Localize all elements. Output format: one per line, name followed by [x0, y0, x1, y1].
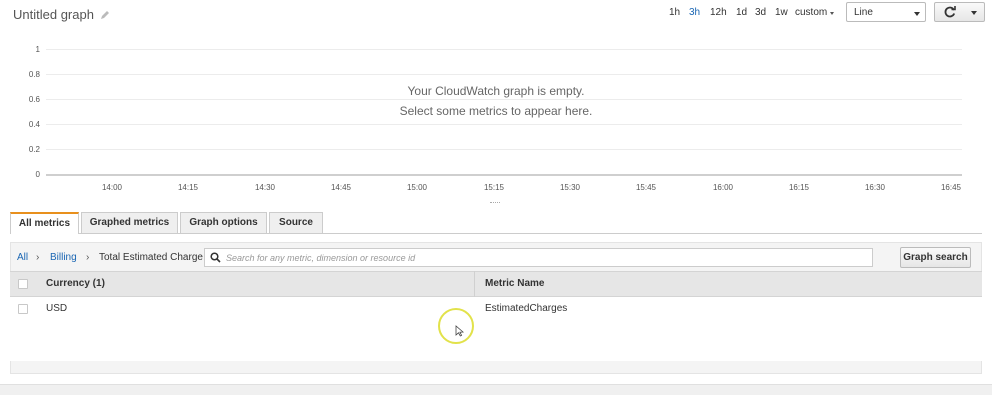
table-cell-currency: USD: [46, 303, 68, 314]
y-tick: 0.2: [28, 145, 40, 154]
x-tick: 14:15: [177, 183, 199, 192]
column-divider[interactable]: [474, 271, 475, 297]
custom-caret-icon[interactable]: [830, 12, 834, 15]
breadcrumb-total-estimated-charge: Total Estimated Charge: [99, 252, 203, 263]
tab-bar-divider: [10, 233, 982, 234]
empty-graph-message: Your CloudWatch graph is empty.: [407, 84, 585, 98]
bottom-bar: [0, 384, 992, 395]
x-tick: 16:15: [788, 183, 810, 192]
x-tick: 16:30: [864, 183, 886, 192]
x-tick: 16:45: [940, 183, 962, 192]
y-tick: 1: [35, 45, 40, 54]
refresh-button[interactable]: [934, 2, 985, 22]
column-header-currency[interactable]: Currency (1): [46, 278, 105, 289]
range-custom[interactable]: custom: [795, 7, 827, 18]
x-tick: 14:45: [330, 183, 352, 192]
graph-title[interactable]: Untitled graph: [13, 7, 94, 22]
graph-search-button[interactable]: Graph search: [900, 247, 971, 268]
x-tick: 15:15: [483, 183, 505, 192]
refresh-options-caret-icon[interactable]: [971, 11, 977, 15]
range-1w[interactable]: 1w: [775, 7, 788, 18]
grid-line: [46, 49, 962, 50]
metric-search-input[interactable]: [226, 250, 866, 265]
chevron-down-icon: [914, 12, 920, 16]
range-3h[interactable]: 3h: [689, 7, 700, 18]
search-icon: [210, 252, 221, 263]
edit-pencil-icon[interactable]: [100, 10, 110, 20]
x-tick: 15:45: [635, 183, 657, 192]
breadcrumb-billing[interactable]: Billing: [50, 252, 77, 263]
table-cell-metric-name[interactable]: EstimatedCharges: [485, 303, 567, 314]
breadcrumb-separator-icon: ›: [36, 252, 40, 263]
metric-search-box[interactable]: [204, 248, 873, 267]
row-checkbox[interactable]: [18, 304, 28, 314]
range-12h[interactable]: 12h: [710, 7, 727, 18]
grid-line: [46, 124, 962, 125]
x-axis-line: [46, 174, 962, 176]
breadcrumb-all[interactable]: All: [17, 252, 28, 263]
column-header-metric-name[interactable]: Metric Name: [485, 278, 544, 289]
grid-line: [46, 99, 962, 100]
breadcrumb-separator-icon: ›: [86, 252, 90, 263]
tab-source[interactable]: Source: [269, 212, 323, 233]
graph-resize-handle[interactable]: [490, 202, 500, 205]
select-all-checkbox[interactable]: [18, 279, 28, 289]
graph-type-select[interactable]: Line: [846, 2, 926, 22]
empty-graph-hint: Select some metrics to appear here.: [399, 104, 593, 118]
x-tick: 15:00: [406, 183, 428, 192]
y-tick: 0.8: [28, 70, 40, 79]
grid-line: [46, 149, 962, 150]
x-tick: 14:00: [101, 183, 123, 192]
tab-all-metrics[interactable]: All metrics: [10, 212, 79, 234]
range-3d[interactable]: 3d: [755, 7, 766, 18]
x-tick: 15:30: [559, 183, 581, 192]
y-tick: 0.4: [28, 120, 40, 129]
refresh-icon: [944, 6, 956, 18]
y-tick: 0.6: [28, 95, 40, 104]
tab-graphed-metrics[interactable]: Graphed metrics: [81, 212, 178, 233]
y-tick: 0: [35, 170, 40, 179]
tab-graph-options[interactable]: Graph options: [180, 212, 267, 233]
graph-type-value: Line: [854, 7, 873, 18]
range-1d[interactable]: 1d: [736, 7, 747, 18]
range-1h[interactable]: 1h: [669, 7, 680, 18]
x-tick: 16:00: [712, 183, 734, 192]
mouse-cursor-icon: [455, 325, 465, 337]
grid-line: [46, 74, 962, 75]
x-tick: 14:30: [254, 183, 276, 192]
